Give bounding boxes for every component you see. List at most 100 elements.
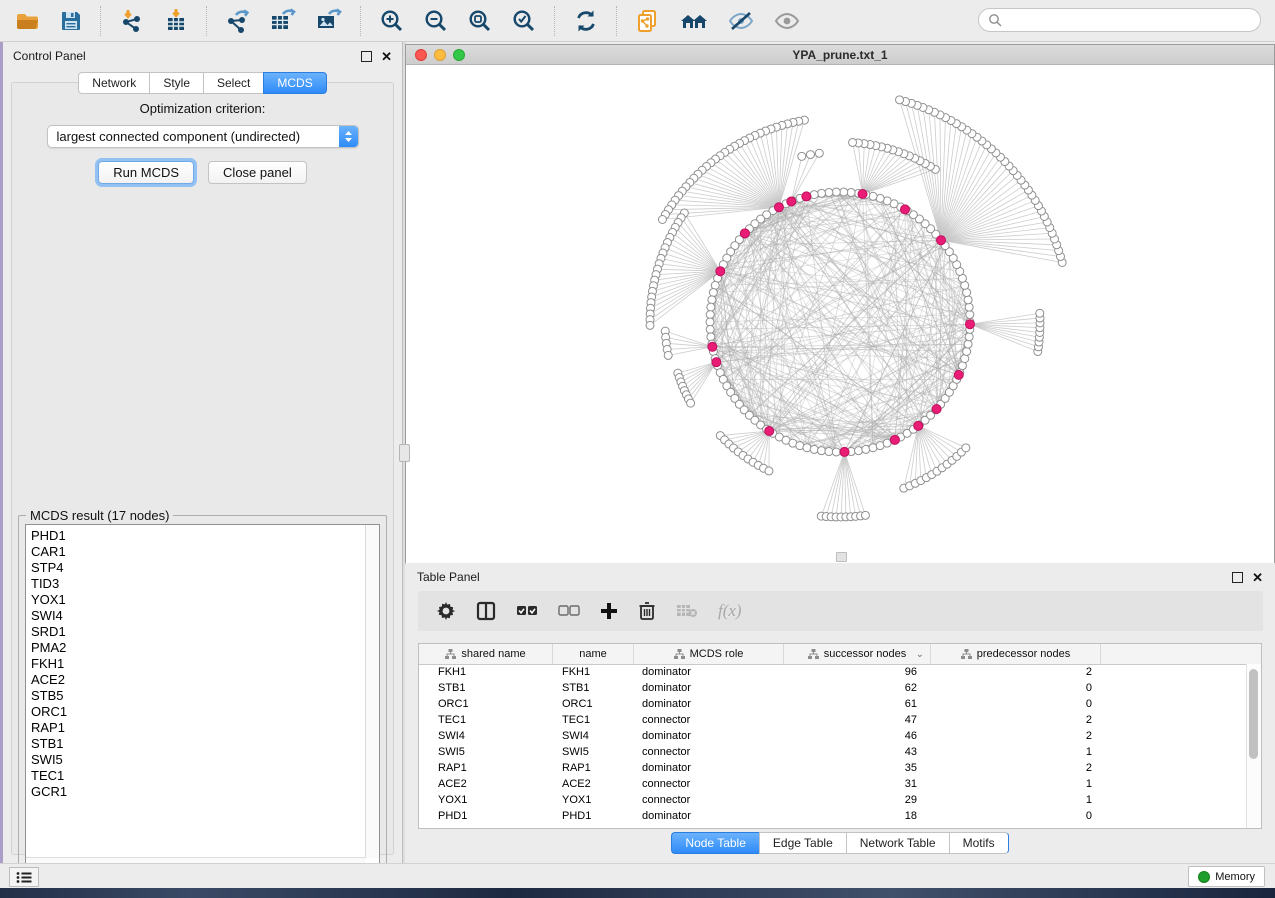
zoom-out-button[interactable] <box>415 3 457 39</box>
float-panel-icon[interactable] <box>361 51 372 62</box>
mcds-result-item[interactable]: ACE2 <box>31 672 366 688</box>
table-cell: 0 <box>931 682 1101 694</box>
attribute-icon <box>808 649 819 659</box>
table-scrollbar-thumb[interactable] <box>1249 669 1258 759</box>
mcds-result-item[interactable]: FKH1 <box>31 656 366 672</box>
close-panel-button[interactable]: Close panel <box>208 161 307 184</box>
table-options-button[interactable] <box>426 595 466 627</box>
deselect-all-button[interactable] <box>548 595 590 627</box>
mcds-result-item[interactable]: PMA2 <box>31 640 366 656</box>
network-canvas[interactable] <box>406 65 1274 563</box>
column-header-name[interactable]: name <box>553 644 634 664</box>
close-panel-icon[interactable]: ✕ <box>381 52 392 61</box>
table-row[interactable]: YOX1YOX1connector291 <box>419 792 1247 808</box>
mcds-result-item[interactable]: STB1 <box>31 736 366 752</box>
column-header-mcds-role[interactable]: MCDS role <box>634 644 784 664</box>
show-all-button[interactable] <box>765 3 809 39</box>
eye-slash-icon <box>727 9 755 33</box>
export-table-icon <box>269 8 297 34</box>
open-session-button[interactable] <box>7 3 49 39</box>
import-table-button[interactable] <box>155 3 197 39</box>
select-all-button[interactable] <box>506 595 548 627</box>
mcds-result-item[interactable]: TEC1 <box>31 768 366 784</box>
search-field[interactable] <box>978 8 1261 32</box>
float-table-panel-icon[interactable] <box>1232 572 1243 583</box>
table-row[interactable]: SWI4SWI4dominator462 <box>419 728 1247 744</box>
run-mcds-button[interactable]: Run MCDS <box>98 161 194 184</box>
mcds-result-item[interactable]: ORC1 <box>31 704 366 720</box>
network-graph <box>406 65 1274 563</box>
zoom-in-icon <box>379 8 405 34</box>
column-header-shared-name[interactable]: shared name <box>419 644 553 664</box>
network-titlebar[interactable]: YPA_prune.txt_1 <box>406 45 1274 65</box>
mcds-result-item[interactable]: RAP1 <box>31 720 366 736</box>
zoom-in-button[interactable] <box>371 3 413 39</box>
table-cell: 0 <box>931 810 1101 822</box>
close-table-panel-icon[interactable]: ✕ <box>1252 573 1263 582</box>
mcds-result-item[interactable]: SRD1 <box>31 624 366 640</box>
table-row[interactable]: ORC1ORC1dominator610 <box>419 696 1247 712</box>
column-header-filler <box>1101 644 1261 664</box>
toolbar-separator <box>616 6 618 36</box>
table-scrollbar[interactable] <box>1246 664 1261 828</box>
clone-network-button[interactable] <box>627 3 669 39</box>
show-columns-button[interactable] <box>466 595 506 627</box>
tab-node-table[interactable]: Node Table <box>671 832 759 854</box>
cytoscape-app: Control Panel ✕ Network Style Select MCD… <box>0 0 1275 898</box>
mcds-result-item[interactable]: SWI4 <box>31 608 366 624</box>
tab-mcds[interactable]: MCDS <box>263 72 326 94</box>
hide-selected-button[interactable] <box>719 3 763 39</box>
add-column-button[interactable] <box>590 595 628 627</box>
search-input[interactable] <box>1002 12 1260 28</box>
show-panels-button[interactable] <box>9 867 39 887</box>
zoom-selected-button[interactable] <box>503 3 545 39</box>
save-session-button[interactable] <box>51 3 91 39</box>
delete-table-button[interactable] <box>666 595 708 627</box>
tab-edge-table[interactable]: Edge Table <box>759 832 846 854</box>
toolbar-separator <box>554 6 556 36</box>
table-cell: 18 <box>784 810 931 822</box>
mcds-vertical-scrollbar[interactable] <box>365 525 379 858</box>
export-image-button[interactable] <box>307 3 351 39</box>
table-row[interactable]: ACE2ACE2connector311 <box>419 776 1247 792</box>
tab-network-table[interactable]: Network Table <box>846 832 949 854</box>
column-header-predecessor-nodes[interactable]: predecessor nodes <box>931 644 1101 664</box>
table-row[interactable]: FKH1FKH1dominator962 <box>419 664 1247 680</box>
control-panel-header: Control Panel ✕ <box>3 42 402 70</box>
mcds-result-item[interactable]: YOX1 <box>31 592 366 608</box>
mcds-result-item[interactable]: SWI5 <box>31 752 366 768</box>
mcds-result-item[interactable]: STB5 <box>31 688 366 704</box>
apply-function-button[interactable]: f(x) <box>708 595 752 627</box>
node-table-header: shared name name MCDS role successor nod… <box>419 644 1261 665</box>
mcds-result-item[interactable]: CAR1 <box>31 544 366 560</box>
tab-select[interactable]: Select <box>203 72 263 94</box>
zoom-fit-button[interactable] <box>459 3 501 39</box>
tab-network[interactable]: Network <box>78 72 149 94</box>
canvas-splitter-handle[interactable] <box>836 552 847 562</box>
criterion-dropdown[interactable]: largest connected component (undirected) <box>47 125 359 148</box>
mcds-result-item[interactable]: GCR1 <box>31 784 366 800</box>
table-row[interactable]: PHD1PHD1dominator180 <box>419 808 1247 824</box>
refresh-view-button[interactable] <box>565 3 607 39</box>
mcds-result-item[interactable]: PHD1 <box>31 528 366 544</box>
panel-splitter-handle[interactable] <box>399 444 410 462</box>
import-network-button[interactable] <box>111 3 153 39</box>
mcds-result-item[interactable]: TID3 <box>31 576 366 592</box>
table-cell: ORC1 <box>553 698 634 710</box>
table-row[interactable]: STB1STB1dominator620 <box>419 680 1247 696</box>
first-neighbors-button[interactable] <box>671 3 717 39</box>
table-row[interactable]: TEC1TEC1connector472 <box>419 712 1247 728</box>
table-cell: 62 <box>784 682 931 694</box>
mcds-result-list[interactable]: PHD1CAR1STP4TID3YOX1SWI4SRD1PMA2FKH1ACE2… <box>25 524 380 872</box>
memory-button[interactable]: Memory <box>1188 866 1265 887</box>
export-table-button[interactable] <box>261 3 305 39</box>
column-header-successor-nodes[interactable]: successor nodes⌄ <box>784 644 931 664</box>
mcds-result-item[interactable]: STP4 <box>31 560 366 576</box>
export-network-icon <box>225 8 251 34</box>
export-network-button[interactable] <box>217 3 259 39</box>
table-row[interactable]: SWI5SWI5connector431 <box>419 744 1247 760</box>
tab-style[interactable]: Style <box>149 72 203 94</box>
delete-column-button[interactable] <box>628 595 666 627</box>
table-row[interactable]: RAP1RAP1dominator352 <box>419 760 1247 776</box>
tab-motifs[interactable]: Motifs <box>949 832 1009 854</box>
